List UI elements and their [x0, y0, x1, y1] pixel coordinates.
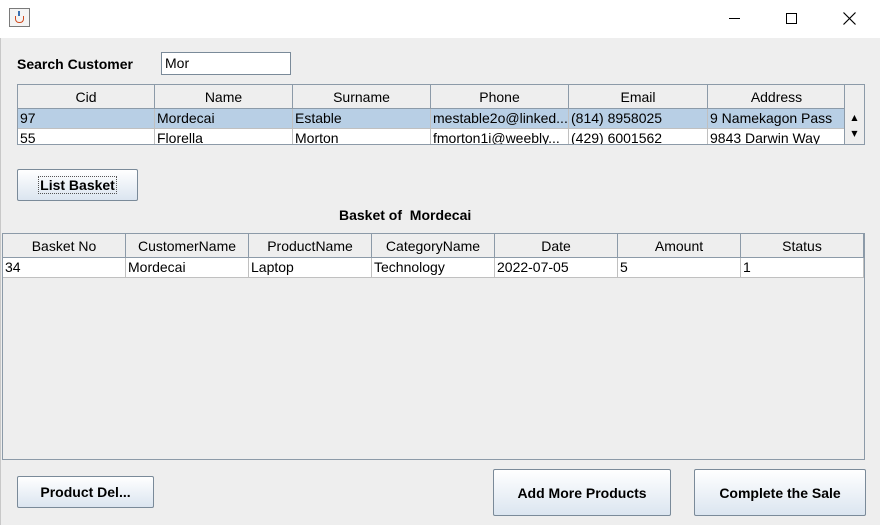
- search-input[interactable]: Mor: [161, 52, 291, 75]
- minimize-icon: [728, 17, 740, 19]
- column-header-amount[interactable]: Amount: [618, 234, 741, 257]
- search-label: Search Customer: [17, 56, 133, 72]
- column-header-product-name[interactable]: ProductName: [249, 234, 372, 257]
- cell-category-name: Technology: [372, 258, 495, 278]
- cell-surname: Morton: [293, 129, 431, 144]
- main-panel: Search Customer Mor Cid Name Surname Pho…: [0, 38, 880, 525]
- title-bar: [0, 0, 880, 38]
- cell-name: Florella: [155, 129, 293, 144]
- cell-surname: Estable: [293, 109, 431, 129]
- close-icon: [842, 11, 856, 25]
- cell-address: 9 Namekagon Pass: [708, 109, 846, 129]
- cell-cid: 97: [18, 109, 155, 129]
- cell-date: 2022-07-05: [495, 258, 618, 278]
- basket-table: Basket No CustomerName ProductName Categ…: [2, 233, 865, 460]
- customer-row[interactable]: 55 Florella Morton fmorton1i@weebly... (…: [18, 129, 864, 144]
- cell-amount: 5: [618, 258, 741, 278]
- customer-row[interactable]: 97 Mordecai Estable mestable2o@linked...…: [18, 109, 864, 129]
- cell-cid: 55: [18, 129, 155, 144]
- add-more-products-button[interactable]: Add More Products: [493, 469, 671, 516]
- list-basket-label: List Basket: [38, 176, 117, 194]
- cell-name: Mordecai: [155, 109, 293, 129]
- basket-table-header: Basket No CustomerName ProductName Categ…: [3, 234, 864, 258]
- column-header-email[interactable]: Email: [569, 85, 708, 108]
- list-basket-button[interactable]: List Basket: [17, 169, 138, 201]
- cell-email: (429) 6001562: [569, 129, 708, 144]
- cell-customer-name: Mordecai: [126, 258, 249, 278]
- column-header-surname[interactable]: Surname: [293, 85, 431, 108]
- customer-table: Cid Name Surname Phone Email Address 97 …: [17, 84, 865, 145]
- scroll-up-icon[interactable]: ▲: [848, 111, 861, 124]
- column-header-date[interactable]: Date: [495, 234, 618, 257]
- basket-row[interactable]: 34 Mordecai Laptop Technology 2022-07-05…: [3, 258, 864, 278]
- column-header-category-name[interactable]: CategoryName: [372, 234, 495, 257]
- java-cup-icon[interactable]: [9, 8, 30, 27]
- column-header-basket-no[interactable]: Basket No: [3, 234, 126, 257]
- vertical-scrollbar[interactable]: ▲ ▼: [844, 85, 864, 144]
- scroll-down-icon[interactable]: ▼: [848, 127, 861, 140]
- cell-status: 1: [741, 258, 864, 278]
- close-button[interactable]: [820, 0, 878, 36]
- cell-product-name: Laptop: [249, 258, 372, 278]
- basket-title: Basket of Mordecai: [339, 207, 472, 223]
- column-header-customer-name[interactable]: CustomerName: [126, 234, 249, 257]
- maximize-icon: [785, 12, 797, 24]
- column-header-status[interactable]: Status: [741, 234, 864, 257]
- maximize-button[interactable]: [762, 0, 820, 36]
- column-header-phone[interactable]: Phone: [431, 85, 569, 108]
- column-header-name[interactable]: Name: [155, 85, 293, 108]
- cell-basket-no: 34: [3, 258, 126, 278]
- cell-email: (814) 8958025: [569, 109, 708, 129]
- product-delete-button[interactable]: Product Del...: [17, 476, 154, 508]
- customer-table-header: Cid Name Surname Phone Email Address: [18, 85, 864, 109]
- cell-address: 9843 Darwin Way: [708, 129, 846, 144]
- cell-phone: mestable2o@linked...: [431, 109, 569, 129]
- complete-sale-button[interactable]: Complete the Sale: [694, 469, 866, 516]
- cell-phone: fmorton1i@weebly...: [431, 129, 569, 144]
- minimize-button[interactable]: [705, 0, 763, 36]
- column-header-cid[interactable]: Cid: [18, 85, 155, 108]
- column-header-address[interactable]: Address: [708, 85, 846, 108]
